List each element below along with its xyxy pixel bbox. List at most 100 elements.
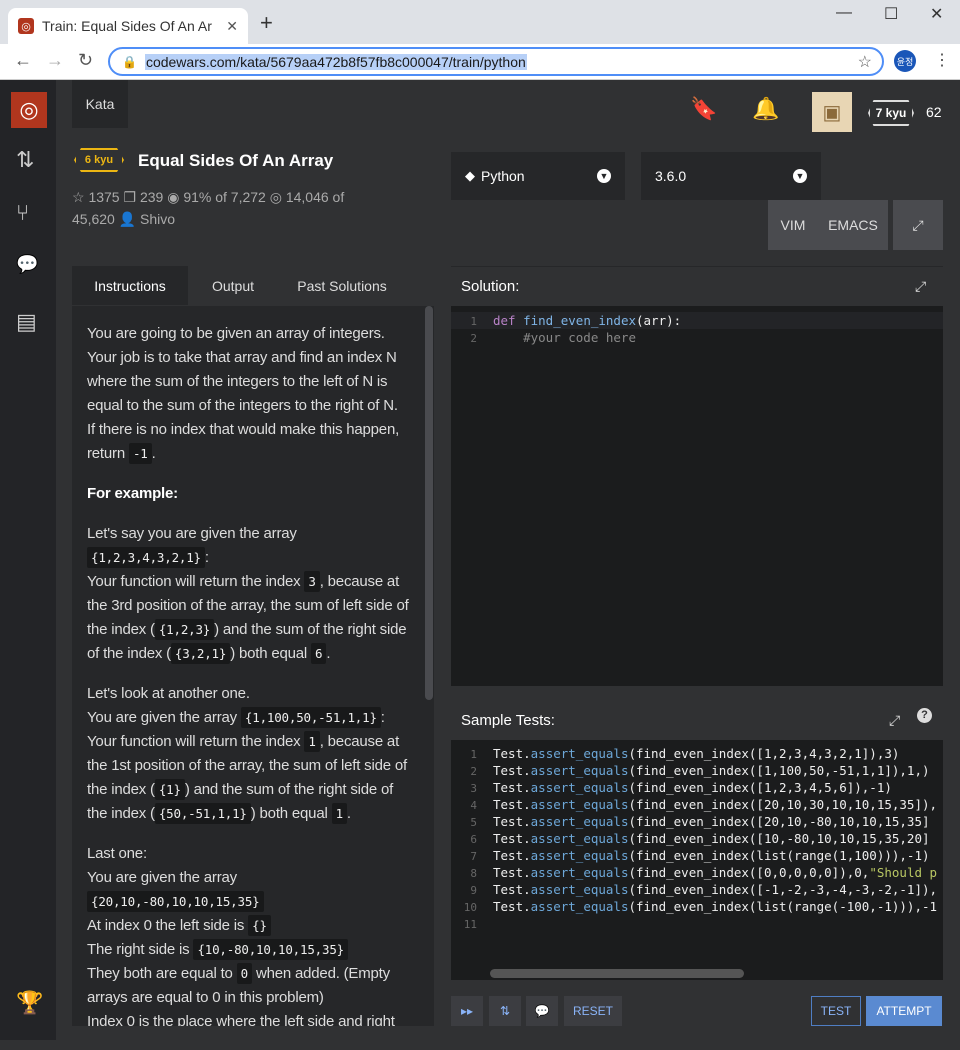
honor-count: 62	[926, 104, 942, 120]
discuss-button[interactable]: 💬	[526, 996, 558, 1026]
completed-icon: ◎	[269, 189, 282, 205]
code-snippet: {10,-80,10,10,15,35}	[193, 939, 348, 960]
code-line: 6 Test.assert_equals(find_even_index([10,…	[451, 830, 943, 847]
attempt-button[interactable]: ATTEMPT	[866, 996, 942, 1026]
fork-icon[interactable]: ⑂	[16, 200, 29, 226]
browser-tab[interactable]: ◎ Train: Equal Sides Of An Ar ✕	[8, 8, 248, 44]
language-select[interactable]: ◆ Python ▼	[451, 152, 625, 200]
code-text: (find_even_index([1,2,3,4,5,6]),-1)	[628, 780, 892, 795]
instr-text: ) both equal	[250, 805, 328, 822]
close-window-icon[interactable]: ✕	[930, 4, 943, 24]
fullscreen-icon: ⤢	[912, 216, 924, 233]
code-snippet: {50,-51,1,1}	[154, 803, 251, 824]
forward-icon[interactable]: →	[46, 50, 64, 71]
vim-mode-button[interactable]: VIM	[768, 200, 818, 250]
line-number: 1	[470, 315, 477, 328]
tab-output[interactable]: Output	[188, 266, 278, 305]
codewars-logo-icon[interactable]: ◎	[11, 92, 47, 128]
reload-icon[interactable]: ↻	[78, 50, 93, 71]
method-name: assert_equals	[530, 780, 629, 795]
tests-editor[interactable]: 1 Test.assert_equals(find_even_index([1,2…	[451, 740, 943, 980]
expand-tests-icon[interactable]: ⤢	[889, 712, 900, 729]
reset-button[interactable]: RESET	[564, 996, 622, 1026]
code-line: 8 Test.assert_equals(find_even_index([0,0…	[451, 864, 943, 881]
notifications-bell-icon[interactable]: 🔔	[752, 96, 779, 122]
browser-menu-icon[interactable]: ⋮	[934, 50, 950, 70]
panel-bottom-mask	[72, 1026, 434, 1040]
practice-icon[interactable]: ⇅	[16, 147, 34, 173]
fork-solution-button[interactable]: ⇅	[489, 996, 521, 1026]
discuss-icon[interactable]: 💬	[16, 254, 38, 275]
instr-text: You are given the array	[87, 869, 237, 886]
tab-instructions[interactable]: Instructions	[72, 266, 188, 305]
code-text: Test	[493, 831, 524, 846]
kata-rank-badge: 6 kyu	[74, 148, 124, 172]
test-button[interactable]: TEST	[811, 996, 861, 1026]
version-select[interactable]: 3.6.0 ▼	[641, 152, 821, 200]
collections-icon[interactable]: ❒	[124, 189, 137, 205]
line-number: 10	[463, 901, 477, 914]
language-name: Python	[481, 168, 525, 184]
tests-horizontal-scrollbar[interactable]	[490, 969, 744, 978]
code-line: 3 Test.assert_equals(find_even_index([1,2…	[451, 779, 943, 796]
tab-past-solutions[interactable]: Past Solutions	[282, 266, 402, 305]
completed-count: 14,046 of	[285, 189, 345, 205]
keyword: def	[493, 313, 516, 328]
code-snippet: 3	[304, 571, 320, 592]
docs-icon[interactable]: ▤	[16, 309, 37, 335]
code-line: 2 #your code here	[451, 329, 943, 346]
code-text: Test	[493, 814, 524, 829]
bookmark-icon[interactable]: 🔖	[690, 96, 717, 122]
instructions-scrollbar[interactable]	[425, 306, 433, 700]
method-name: assert_equals	[530, 848, 629, 863]
new-tab-icon[interactable]: +	[260, 12, 273, 34]
star-icon[interactable]: ☆	[72, 189, 85, 205]
minimize-icon[interactable]: —	[836, 4, 852, 22]
user-avatar[interactable]: ▣	[812, 92, 852, 132]
close-tab-icon[interactable]: ✕	[226, 18, 238, 35]
code-snippet: {1,2,3}	[154, 619, 215, 640]
kata-tab[interactable]: Kata	[72, 80, 128, 128]
method-name: assert_equals	[530, 882, 629, 897]
chevron-down-icon: ▼	[597, 169, 611, 183]
code-text: (find_even_index([0,0,0,0,0]),0,	[628, 865, 870, 880]
profile-avatar[interactable]: 윤정	[894, 50, 916, 72]
method-name: assert_equals	[530, 763, 629, 778]
skip-button[interactable]: ▸▸	[451, 996, 483, 1026]
emacs-mode-button[interactable]: EMACS	[818, 200, 888, 250]
line-number: 5	[470, 816, 477, 829]
back-icon[interactable]: ←	[14, 50, 32, 71]
maximize-icon[interactable]: ☐	[884, 4, 898, 24]
code-line: 2 Test.assert_equals(find_even_index([1,1…	[451, 762, 943, 779]
fullscreen-button[interactable]: ⤢	[893, 200, 943, 250]
kata-title: Equal Sides Of An Array	[138, 151, 334, 170]
help-icon[interactable]: ?	[917, 708, 932, 723]
instr-text: Your function will return the index	[87, 573, 301, 590]
browser-tab-strip: ◎ Train: Equal Sides Of An Ar ✕ + — ☐ ✕	[0, 0, 960, 44]
code-text: Test	[493, 882, 524, 897]
author-icon: 👤	[118, 211, 137, 227]
instr-text: Let's say you are given the array	[87, 525, 297, 542]
satisfaction-rating: 91% of 7,272	[183, 189, 266, 205]
author-link[interactable]: Shivo	[140, 211, 175, 227]
code-text: (find_even_index([1,100,50,-51,1,1]),1,)	[628, 763, 930, 778]
url-text: codewars.com/kata/5679aa472b8f57fb8c0000…	[144, 53, 527, 70]
trophy-icon[interactable]: 🏆	[16, 990, 43, 1016]
sample-tests-title: Sample Tests:	[461, 711, 555, 729]
expand-solution-icon[interactable]: ⤢	[915, 278, 926, 295]
instr-text: Your function will return the index	[87, 733, 301, 750]
satisfaction-icon: ◉	[167, 189, 180, 205]
user-rank-badge: 7 kyu	[868, 100, 914, 126]
code-text: (arr):	[636, 313, 682, 328]
line-number: 7	[470, 850, 477, 863]
bookmark-star-icon[interactable]: ☆	[858, 52, 872, 72]
codewars-favicon-icon: ◎	[18, 18, 34, 34]
url-input[interactable]: 🔒 codewars.com/kata/5679aa472b8f57fb8c00…	[108, 47, 884, 76]
line-number: 9	[470, 884, 477, 897]
line-number: 11	[463, 918, 477, 931]
solution-editor[interactable]: 1 def find_even_index(arr): 2 #your code …	[451, 306, 943, 686]
method-name: assert_equals	[530, 899, 629, 914]
code-text: (find_even_index(list(range(1,100))),-1)	[628, 848, 930, 863]
solution-header: Solution:	[451, 266, 943, 306]
fork-icon: ⇅	[499, 1004, 511, 1018]
